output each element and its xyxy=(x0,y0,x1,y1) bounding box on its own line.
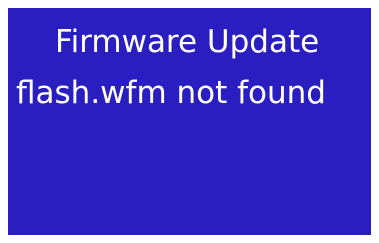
screen-title: Firmware Update xyxy=(55,24,320,60)
error-message: flash.wfm not found xyxy=(16,75,326,111)
firmware-update-screen: Firmware Update flash.wfm not found xyxy=(8,8,371,235)
